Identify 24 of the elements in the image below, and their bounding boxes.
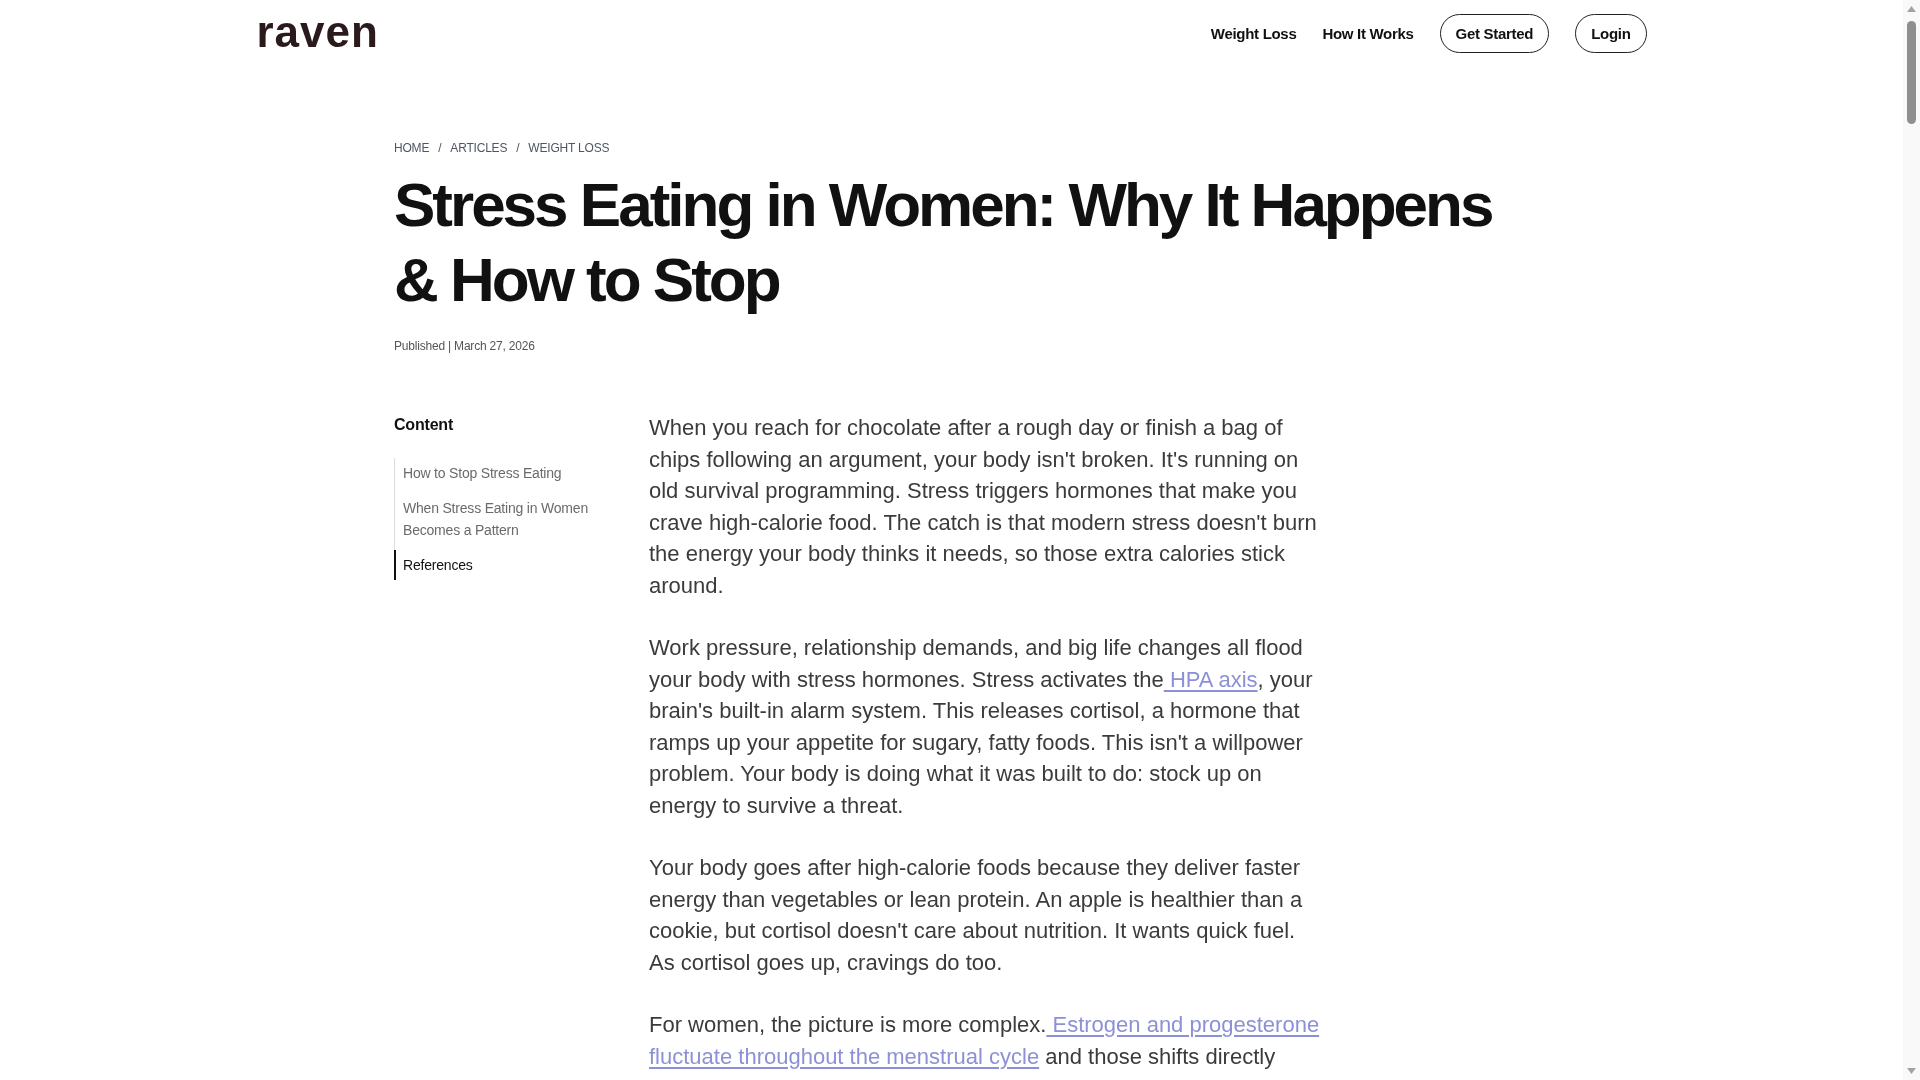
article-paragraph: For women, the picture is more complex. Estrogen and progesterone fluctuate throughout the menstrual cycle and those shifts directly: [649, 1011, 1321, 1071]
breadcrumb-separator: /: [438, 140, 442, 156]
nav-button[interactable]: Login: [1575, 13, 1647, 53]
toc-link[interactable]: References: [394, 550, 609, 580]
article-title: Stress Eating in Women: Why It Happens & How to Stop: [394, 169, 1493, 316]
triangle-down-icon[interactable]: [1907, 1068, 1916, 1074]
breadcrumb-separator: /: [516, 140, 520, 156]
nav-button[interactable]: Get Started: [1439, 13, 1550, 53]
breadcrumb-link[interactable]: HOME: [394, 140, 430, 156]
publish-date: Published | March 27, 2026: [394, 338, 536, 354]
toc-link[interactable]: How to Stop Stress Eating: [394, 458, 609, 488]
scrollbar-thumb[interactable]: [1907, 21, 1916, 124]
logo[interactable]: raven: [256, 9, 379, 57]
triangle-up-icon[interactable]: [1907, 6, 1916, 12]
toc-heading: Content: [394, 415, 455, 435]
breadcrumb-link[interactable]: ARTICLES: [450, 140, 508, 156]
article-paragraph: When you reach for chocolate after a rough day or finish a bag of chips following an argument, your body isn't broken. It's running on old survival programming. Stress triggers hormones that make you crave high-calorie food. The catch is that modern stress doesn't burn the energy your body thinks it needs, so those extra calories stick around.: [649, 414, 1318, 600]
article-paragraph: Work pressure, relationship demands, and big life changes all flood your body with stress hormones. Stress activates the HPA axis, your brain's built-in alarm system. This releases cortisol, a hormone that ramps up your appetite for sugary, fatty foods. This isn't a willpower problem. Your body is doing what it was built to do: stock up on energy to survive a threat.: [649, 634, 1314, 820]
scrollbar[interactable]: [1903, 0, 1920, 1080]
article-paragraph: Your body goes after high-calorie foods because they deliver faster energy than vegetables or lean protein. An apple is healthier than a cookie, but cortisol doesn't care about nutrition. It wants quick fuel. As cortisol goes up, cravings do too.: [649, 854, 1304, 977]
nav-link[interactable]: How It Works: [1322, 24, 1414, 42]
nav-link[interactable]: Weight Loss: [1210, 24, 1297, 42]
breadcrumb-link[interactable]: WEIGHT LOSS: [528, 140, 610, 156]
toc-link[interactable]: When Stress Eating in Women Becomes a Pattern: [394, 493, 609, 545]
